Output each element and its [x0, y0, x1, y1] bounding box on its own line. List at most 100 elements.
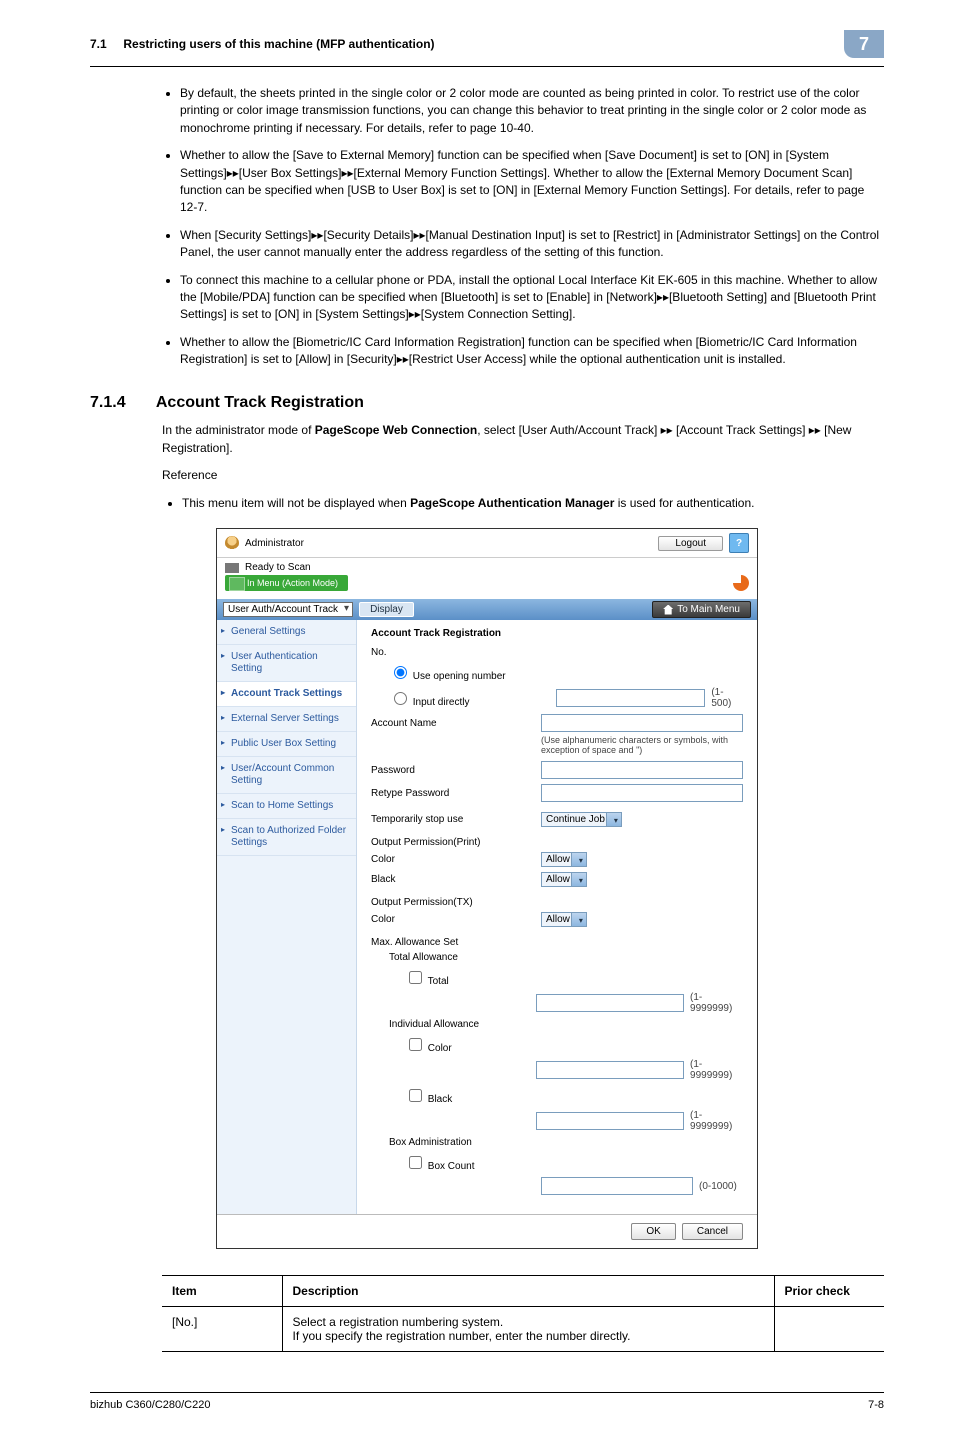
bullet-list: By default, the sheets printed in the si… — [90, 85, 884, 368]
to-main-menu-button[interactable]: To Main Menu — [652, 601, 751, 618]
checkbox-label: Black — [428, 1094, 452, 1105]
cell-prior — [774, 1307, 884, 1352]
radio-label: Use opening number — [413, 671, 506, 682]
indiv-color-checkbox-input[interactable] — [409, 1038, 422, 1051]
password-field[interactable] — [541, 761, 743, 779]
to-main-label: To Main Menu — [677, 604, 740, 615]
header-rule — [90, 66, 884, 67]
chevron-down-icon: ▾ — [579, 856, 583, 865]
indiv-black-checkbox[interactable]: Black — [371, 1086, 575, 1105]
select-value: Allow — [546, 854, 570, 865]
indiv-color-checkbox[interactable]: Color — [371, 1035, 575, 1054]
nav-user-account-common-setting[interactable]: User/Account Common Setting — [217, 757, 356, 794]
side-nav: General Settings User Authentication Set… — [217, 620, 357, 1214]
status-text: Ready to Scan — [245, 562, 311, 573]
total-range: (1-9999999) — [690, 992, 743, 1014]
color-label: Color — [371, 854, 541, 865]
indiv-color-range: (1-9999999) — [690, 1059, 743, 1081]
subsection-number: 7.1.4 — [90, 394, 152, 412]
description-table: Item Description Prior check [No.] Selec… — [162, 1275, 884, 1352]
nav-external-server-settings[interactable]: External Server Settings — [217, 707, 356, 732]
temp-stop-label: Temporarily stop use — [371, 814, 541, 825]
nav-public-user-box-setting[interactable]: Public User Box Setting — [217, 732, 356, 757]
box-admin-label: Box Administration — [371, 1137, 559, 1148]
home-icon — [663, 605, 673, 615]
nav-user-auth-setting[interactable]: User Authentication Setting — [217, 645, 356, 682]
category-select[interactable]: User Auth/Account Track — [223, 602, 353, 617]
bullet-item: Whether to allow the [Biometric/IC Card … — [180, 334, 884, 369]
cell-description: Select a registration numbering system. … — [282, 1307, 774, 1352]
nav-scan-to-authorized-folder-settings[interactable]: Scan to Authorized Folder Settings — [217, 819, 356, 856]
box-count-field[interactable] — [541, 1177, 693, 1195]
output-perm-print-label: Output Permission(Print) — [371, 837, 743, 848]
intro-text: In the administrator mode of — [162, 423, 315, 437]
chevron-down-icon: ▾ — [579, 876, 583, 885]
ok-button[interactable]: OK — [631, 1223, 675, 1240]
footer-page: 7-8 — [868, 1399, 884, 1411]
radio-input-directly-input[interactable] — [394, 692, 407, 705]
individual-allowance-label: Individual Allowance — [371, 1019, 559, 1030]
ref-product-name: PageScope Authentication Manager — [410, 496, 614, 510]
mode-chip[interactable]: In Menu (Action Mode) — [225, 575, 348, 591]
th-prior-check: Prior check — [774, 1276, 884, 1307]
ref-text: This menu item will not be displayed whe… — [182, 496, 410, 510]
select-value: Continue Job — [546, 814, 605, 825]
subsection-title: Account Track Registration — [156, 394, 364, 411]
table-row: [No.] Select a registration numbering sy… — [162, 1307, 884, 1352]
admin-label: Administrator — [245, 538, 304, 549]
refresh-icon[interactable] — [733, 575, 749, 591]
print-black-select[interactable]: Allow ▾ — [541, 872, 587, 887]
bullet-item: When [Security Settings]▸▸[Security Deta… — [180, 227, 884, 262]
indiv-color-field[interactable] — [536, 1061, 684, 1079]
ref-text-suffix: is used for authentication. — [614, 496, 754, 510]
input-directly-range: (1-500) — [711, 687, 743, 709]
nav-general-settings[interactable]: General Settings — [217, 620, 356, 645]
cancel-button[interactable]: Cancel — [682, 1223, 743, 1240]
retype-password-field[interactable] — [541, 784, 743, 802]
printer-icon — [225, 563, 239, 573]
retype-password-label: Retype Password — [371, 788, 541, 799]
max-allowance-set-label: Max. Allowance Set — [371, 937, 743, 948]
checkbox-label: Color — [428, 1043, 452, 1054]
radio-input-directly[interactable]: Input directly — [371, 689, 556, 708]
indiv-black-field[interactable] — [536, 1112, 684, 1130]
intro-paragraph: In the administrator mode of PageScope W… — [162, 422, 884, 457]
total-checkbox[interactable]: Total — [371, 968, 575, 987]
print-color-select[interactable]: Allow ▾ — [541, 852, 587, 867]
input-directly-field[interactable] — [556, 689, 705, 707]
help-button[interactable]: ? — [729, 533, 749, 553]
th-item: Item — [162, 1276, 282, 1307]
intro-product-name: PageScope Web Connection — [315, 423, 477, 437]
account-name-label: Account Name — [371, 718, 541, 729]
checkbox-label: Total — [428, 976, 449, 987]
account-name-field[interactable] — [541, 714, 743, 732]
reference-item: This menu item will not be displayed whe… — [182, 495, 884, 512]
select-value: Allow — [546, 874, 570, 885]
th-description: Description — [282, 1276, 774, 1307]
total-checkbox-input[interactable] — [409, 971, 422, 984]
radio-label: Input directly — [413, 697, 470, 708]
display-button[interactable]: Display — [359, 602, 414, 617]
account-name-hint: (Use alphanumeric characters or symbols,… — [541, 735, 743, 755]
total-allowance-label: Total Allowance — [371, 952, 559, 963]
nav-account-track-settings[interactable]: Account Track Settings — [217, 682, 356, 707]
color-label: Color — [371, 914, 541, 925]
box-count-range: (0-1000) — [699, 1181, 737, 1192]
black-label: Black — [371, 874, 541, 885]
output-perm-tx-label: Output Permission(TX) — [371, 897, 743, 908]
logout-button[interactable]: Logout — [658, 536, 723, 551]
radio-use-opening-number-input[interactable] — [394, 666, 407, 679]
total-field[interactable] — [536, 994, 684, 1012]
section-no: 7.1 — [90, 37, 107, 51]
reference-label: Reference — [162, 467, 884, 484]
tx-color-select[interactable]: Allow▾ — [541, 912, 587, 927]
bullet-item: Whether to allow the [Save to External M… — [180, 147, 884, 217]
radio-use-opening-number[interactable]: Use opening number — [371, 663, 559, 682]
nav-scan-to-home-settings[interactable]: Scan to Home Settings — [217, 794, 356, 819]
web-screenshot: Administrator Logout ? Ready to Scan In … — [216, 528, 758, 1249]
box-count-checkbox[interactable]: Box Count — [371, 1153, 575, 1172]
indiv-black-checkbox-input[interactable] — [409, 1089, 422, 1102]
admin-icon — [225, 536, 239, 550]
temp-stop-select[interactable]: Continue Job▾ — [541, 812, 622, 827]
box-count-checkbox-input[interactable] — [409, 1156, 422, 1169]
